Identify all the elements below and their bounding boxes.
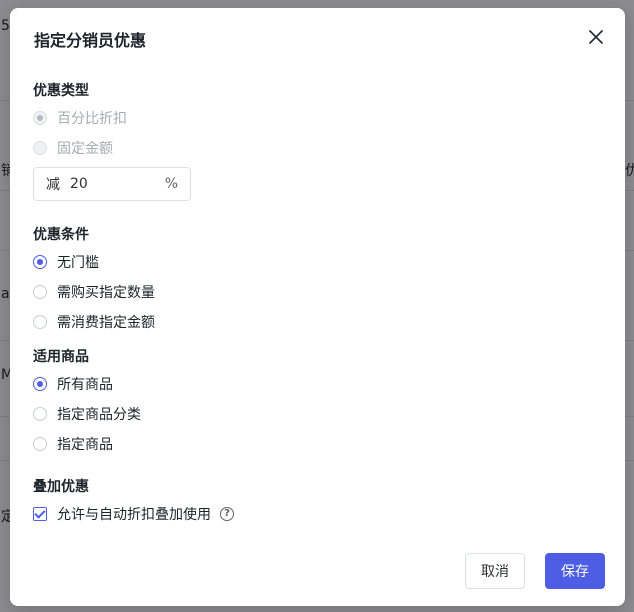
products-label: 适用商品 (33, 349, 89, 365)
radio-circle (33, 141, 47, 155)
radio-circle (33, 407, 47, 421)
allow-stacking-checkbox[interactable]: 允许与自动折扣叠加使用 ? (33, 504, 234, 524)
bg-text: 5 (1, 18, 10, 34)
close-icon (589, 30, 603, 44)
radio-all-products[interactable]: 所有商品 (33, 374, 113, 394)
radio-product-category[interactable]: 指定商品分类 (33, 404, 141, 424)
discount-value-input[interactable]: 减 20 % (33, 167, 191, 201)
radio-min-quantity[interactable]: 需购买指定数量 (33, 282, 155, 302)
bg-text: a (1, 286, 10, 302)
bg-text: 优 (625, 163, 634, 179)
save-button[interactable]: 保存 (545, 553, 605, 589)
percent-suffix: % (164, 176, 178, 192)
radio-no-threshold[interactable]: 无门槛 (33, 252, 99, 272)
radio-circle (33, 377, 47, 391)
radio-label: 百分比折扣 (57, 111, 127, 127)
radio-label: 指定商品 (57, 437, 113, 453)
discount-type-label: 优惠类型 (33, 83, 89, 99)
radio-min-amount[interactable]: 需消费指定金额 (33, 312, 155, 332)
checkbox-label: 允许与自动折扣叠加使用 (57, 507, 211, 523)
radio-specific-products[interactable]: 指定商品 (33, 434, 113, 454)
condition-label: 优惠条件 (33, 227, 89, 243)
stacking-label: 叠加优惠 (33, 479, 89, 495)
radio-label: 需消费指定金额 (57, 315, 155, 331)
radio-circle (33, 285, 47, 299)
cancel-button[interactable]: 取消 (465, 553, 525, 589)
input-value: 20 (70, 176, 88, 192)
radio-label: 无门槛 (57, 255, 99, 271)
radio-circle (33, 437, 47, 451)
dialog-title: 指定分销员优惠 (34, 31, 147, 50)
radio-label: 固定金额 (57, 141, 113, 157)
radio-label: 指定商品分类 (57, 407, 141, 423)
radio-label: 所有商品 (57, 377, 113, 393)
input-prefix: 减 (46, 177, 60, 193)
close-button[interactable] (585, 26, 607, 48)
checkbox-checked-icon (33, 507, 47, 521)
radio-percent-discount[interactable]: 百分比折扣 (33, 108, 127, 128)
radio-label: 需购买指定数量 (57, 285, 155, 301)
radio-circle (33, 255, 47, 269)
radio-circle (33, 315, 47, 329)
radio-fixed-amount[interactable]: 固定金额 (33, 138, 113, 158)
help-icon[interactable]: ? (220, 507, 234, 521)
discount-dialog: 指定分销员优惠 优惠类型 百分比折扣 固定金额 减 20 % 优惠条件 无门槛 … (10, 8, 625, 606)
radio-circle (33, 111, 47, 125)
